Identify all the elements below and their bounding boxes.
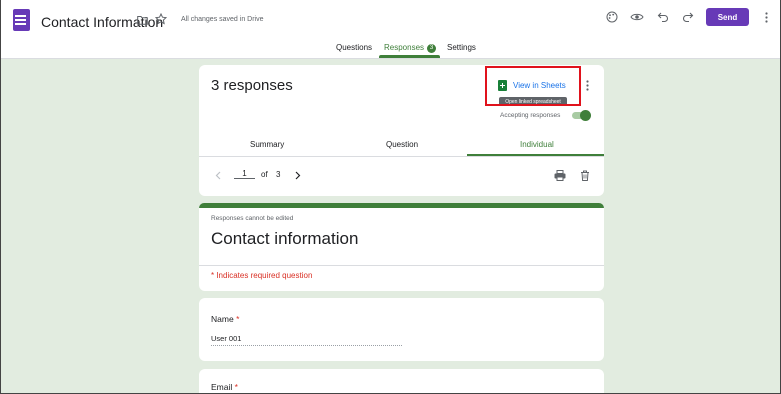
active-tab-indicator (379, 55, 440, 58)
required-asterisk: * (234, 382, 238, 392)
responses-count-badge: 3 (427, 44, 437, 53)
google-forms-logo-icon[interactable] (13, 9, 30, 31)
form-title: Contact information (211, 229, 359, 248)
subtab-divider (199, 156, 604, 157)
subtab-individual[interactable]: Individual (520, 140, 554, 149)
view-in-sheets-button[interactable]: View in Sheets (498, 80, 566, 91)
pager-total: 3 (276, 170, 281, 179)
folder-icon[interactable] (136, 14, 148, 26)
print-icon[interactable] (554, 169, 566, 181)
responses-cannot-be-edited-note: Responses cannot be edited (211, 215, 294, 222)
tab-settings[interactable]: Settings (447, 43, 476, 52)
undo-icon[interactable] (657, 11, 669, 23)
form-accent-bar (199, 203, 604, 208)
delete-icon[interactable] (579, 169, 591, 181)
tab-questions[interactable]: Questions (336, 43, 372, 52)
more-vert-icon[interactable] (762, 11, 770, 23)
star-icon[interactable] (155, 13, 167, 25)
question-card-email: Email * (199, 369, 604, 394)
view-in-sheets-label: View in Sheets (513, 81, 566, 90)
required-asterisk: * (236, 314, 240, 324)
required-question-note: * Indicates required question (211, 271, 313, 280)
pager-of-label: of (261, 170, 268, 179)
preview-eye-icon[interactable] (630, 11, 644, 23)
subtab-summary[interactable]: Summary (250, 140, 284, 149)
google-sheets-icon (498, 80, 507, 91)
open-spreadsheet-tooltip: Open linked spreadsheet (499, 97, 567, 106)
top-bar: Contact Information All changes saved in… (0, 0, 781, 59)
question-title: Name (211, 314, 234, 324)
chevron-left-icon[interactable] (213, 170, 223, 180)
palette-icon[interactable] (606, 11, 618, 23)
question-card-name: Name * User 001 (199, 298, 604, 361)
responses-card: 3 responses View in Sheets Open linked s… (199, 65, 604, 196)
send-button[interactable]: Send (706, 8, 749, 26)
subtab-question[interactable]: Question (386, 140, 418, 149)
question-title: Email (211, 382, 233, 392)
page-number-input[interactable]: 1 (234, 169, 255, 179)
redo-icon[interactable] (682, 11, 694, 23)
more-options-icon[interactable] (583, 79, 591, 91)
chevron-right-icon[interactable] (293, 170, 303, 180)
tab-responses-label: Responses (384, 43, 425, 52)
saved-status: All changes saved in Drive (181, 16, 264, 23)
responses-count-title: 3 responses (211, 77, 293, 94)
tab-responses[interactable]: Responses 3 (384, 43, 437, 53)
question-label: Name * (211, 314, 239, 324)
form-header-card: Responses cannot be edited Contact infor… (199, 203, 604, 291)
accepting-responses-label: Accepting responses (500, 112, 561, 119)
name-answer-field: User 001 (211, 334, 402, 346)
form-header-divider (199, 265, 604, 266)
question-label: Email * (211, 382, 238, 392)
toggle-knob[interactable] (580, 110, 591, 121)
